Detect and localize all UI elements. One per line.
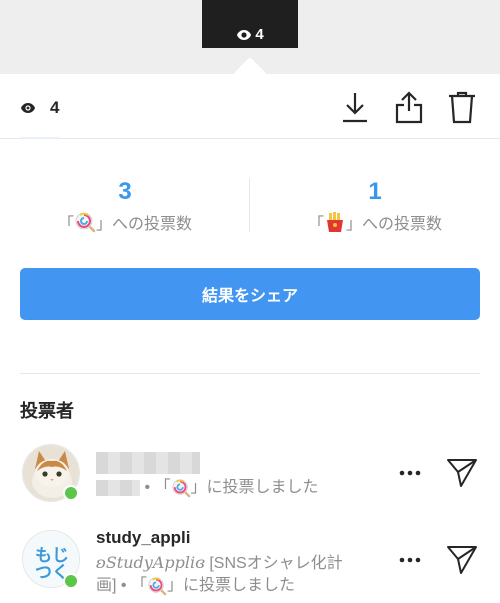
redacted-fullname [96, 479, 140, 496]
viewers-tab[interactable]: 4 [20, 98, 59, 118]
story-thumbnail[interactable]: 4 [202, 0, 298, 48]
fries-emoji-icon [327, 212, 343, 232]
viewer-sheet [0, 74, 500, 603]
story-view-count: 4 [202, 26, 298, 43]
section-divider [20, 373, 480, 374]
voter-subtitle: ʚStudyAppliɞ [SNSオシャレ化計 画] • 「 」に投票しました [96, 553, 343, 596]
redacted-username [96, 452, 200, 474]
voter-name-hidden[interactable] [96, 452, 200, 474]
story-view-count-value: 4 [255, 26, 264, 43]
voter-username[interactable]: study_appli [96, 528, 190, 548]
poll-divider [249, 178, 250, 232]
voter-row[interactable]: もじ つく study_appli ʚStudyAppliɞ [SNSオシャレ化… [0, 528, 500, 600]
sheet-toolbar: 4 [0, 74, 500, 139]
tab-underline [20, 137, 60, 139]
more-options-button[interactable] [393, 545, 427, 575]
poll-option-1-label: 「 」への投票数 [10, 210, 240, 234]
poll-option-1: 3 「 」への投票数 [10, 178, 240, 234]
voter-subtitle: • 「 」に投票しました [96, 477, 371, 499]
viewers-count: 4 [50, 98, 60, 117]
more-dots-icon [399, 470, 421, 476]
poll-option-2: 1 「 」への投票数 [260, 178, 490, 234]
voters-heading: 投票者 [20, 401, 74, 421]
online-indicator [63, 573, 79, 589]
lollipop-emoji-icon [75, 212, 96, 233]
more-dots-icon [399, 557, 421, 563]
send-message-button[interactable] [444, 456, 480, 490]
eye-icon [21, 103, 35, 113]
paper-plane-icon [447, 546, 477, 574]
lollipop-emoji-icon [172, 479, 190, 498]
share-icon [395, 91, 423, 124]
poll-option-2-count: 1 [368, 178, 382, 205]
share-out-button[interactable] [391, 88, 427, 126]
trash-icon [449, 91, 475, 124]
send-message-button[interactable] [444, 543, 480, 577]
more-options-button[interactable] [393, 458, 427, 488]
poll-option-1-count: 3 [118, 178, 132, 205]
delete-button[interactable] [444, 88, 480, 126]
download-icon [343, 93, 367, 123]
paper-plane-icon [447, 459, 477, 487]
share-results-button[interactable]: 結果をシェア [20, 268, 480, 320]
lollipop-emoji-icon [148, 577, 167, 596]
poll-option-2-label: 「 」への投票数 [260, 210, 490, 234]
download-button[interactable] [337, 88, 373, 126]
online-indicator [63, 485, 79, 501]
eye-icon [237, 30, 252, 41]
voter-row[interactable]: • 「 」に投票しました [0, 444, 500, 514]
